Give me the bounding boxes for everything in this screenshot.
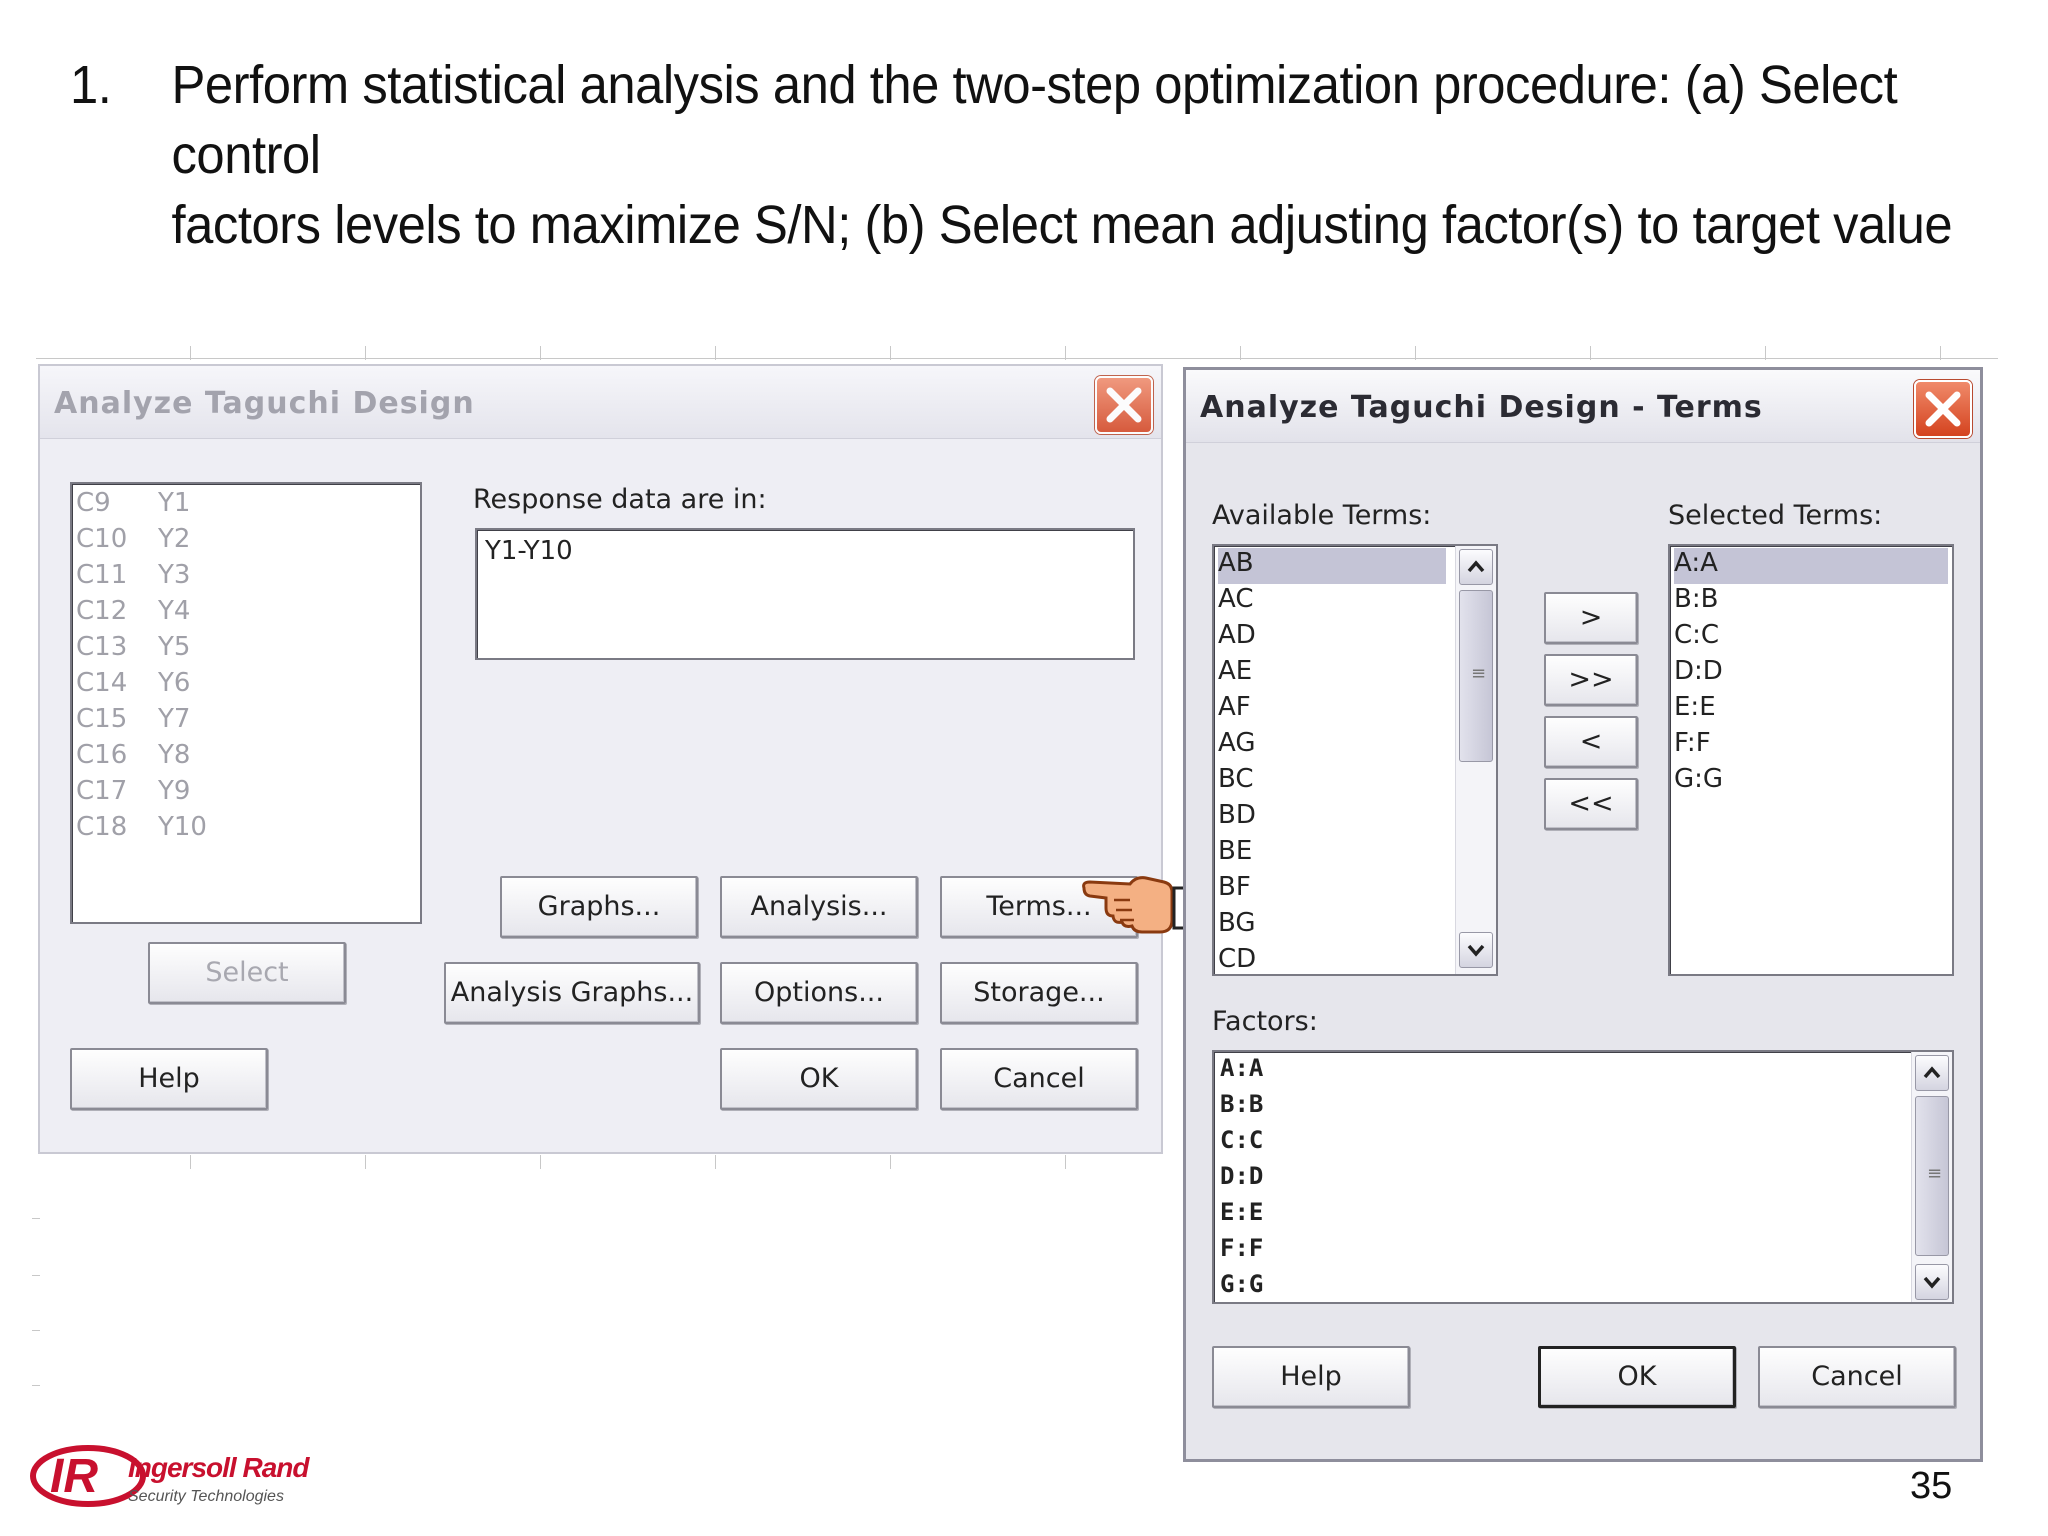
remove-term-button[interactable]: < [1544, 716, 1638, 768]
list-item: F:F [1220, 1234, 1264, 1262]
page-number: 35 [1910, 1465, 1953, 1507]
heading-line-1: Perform statistical analysis and the two… [171, 55, 1898, 185]
list-item[interactable]: F:F [1674, 728, 1711, 764]
terms-dialog-titlebar[interactable]: Analyze Taguchi Design - Terms [1186, 370, 1980, 443]
heading-number: 1. [70, 55, 112, 115]
list-item[interactable]: D:D [1674, 656, 1723, 692]
list-item[interactable]: AD [1218, 620, 1256, 656]
scrollbar-thumb[interactable]: ≡ [1915, 1096, 1949, 1256]
add-all-terms-button[interactable]: >> [1544, 654, 1638, 706]
scroll-up-icon[interactable] [1459, 549, 1493, 585]
available-terms-list[interactable]: AB AC AD AE AF AG BC BD BE BF BG CD ≡ [1212, 544, 1498, 976]
response-value: Y1-Y10 [485, 536, 573, 566]
close-icon[interactable] [1914, 380, 1972, 438]
terms-dialog: Analyze Taguchi Design - Terms Available… [1183, 367, 1983, 1462]
select-button[interactable]: Select [148, 942, 346, 1004]
ok-button[interactable]: OK [1538, 1346, 1736, 1408]
factors-list[interactable]: A:A B:B C:C D:D E:E F:F G:G ≡ [1212, 1050, 1954, 1304]
terms-dialog-title: Analyze Taguchi Design - Terms [1200, 390, 1763, 425]
response-label: Response data are in: [473, 484, 767, 515]
help-button[interactable]: Help [70, 1048, 268, 1110]
logo-brand-text: Ingersoll Rand [128, 1452, 309, 1483]
scroll-up-icon[interactable] [1915, 1055, 1949, 1091]
list-item[interactable]: BD [1218, 800, 1256, 836]
logo-tagline: Security Technologies [128, 1488, 284, 1505]
dialog-title: Analyze Taguchi Design [54, 386, 475, 421]
response-field[interactable]: Y1-Y10 [475, 528, 1135, 660]
options-button[interactable]: Options... [720, 962, 918, 1024]
graphs-button[interactable]: Graphs... [500, 876, 698, 938]
list-item: G:G [1220, 1270, 1264, 1298]
selected-terms-label: Selected Terms: [1668, 500, 1883, 531]
list-item[interactable]: BE [1218, 836, 1252, 872]
available-terms-label: Available Terms: [1212, 500, 1432, 531]
list-item[interactable]: BG [1218, 908, 1256, 944]
list-item[interactable]: AC [1218, 584, 1253, 620]
ingersoll-rand-logo: IR Ingersoll Rand Security Technologies [28, 1440, 328, 1520]
columns-list[interactable]: C9 Y1 C10 Y2 C11 Y3 C12 Y4 C13 Y5 C14 Y6 C15 Y7… [70, 482, 422, 924]
list-item: C:C [1220, 1126, 1264, 1154]
heading-line-2: factors levels to maximize S/N; (b) Sele… [171, 195, 1953, 255]
list-item: E:E [1220, 1198, 1264, 1226]
close-icon[interactable] [1095, 376, 1153, 434]
remove-all-terms-button[interactable]: << [1544, 778, 1638, 830]
list-item: D:D [1220, 1162, 1264, 1190]
svg-text:IR: IR [50, 1450, 98, 1503]
scrollbar[interactable]: ≡ [1911, 1052, 1952, 1302]
storage-button[interactable]: Storage... [940, 962, 1138, 1024]
list-item[interactable]: AB [1218, 548, 1446, 584]
list-item[interactable]: AG [1218, 728, 1255, 764]
list-item[interactable]: A:A [1674, 548, 1948, 584]
dialog-titlebar[interactable]: Analyze Taguchi Design [40, 366, 1161, 439]
list-item[interactable]: G:G [1674, 764, 1723, 800]
list-item[interactable]: CD [1218, 944, 1256, 980]
analysis-graphs-button[interactable]: Analysis Graphs... [444, 962, 700, 1024]
analyze-taguchi-dialog: Analyze Taguchi Design C9 Y1 C10 Y2 C11 Y3 … [38, 364, 1163, 1154]
scrollbar-thumb[interactable]: ≡ [1459, 590, 1493, 762]
list-item[interactable]: C:C [1674, 620, 1719, 656]
factors-label: Factors: [1212, 1006, 1318, 1037]
analysis-button[interactable]: Analysis... [720, 876, 918, 938]
scrollbar[interactable]: ≡ [1455, 546, 1496, 974]
cancel-button[interactable]: Cancel [940, 1048, 1138, 1110]
list-item[interactable]: BC [1218, 764, 1254, 800]
list-item[interactable]: AE [1218, 656, 1252, 692]
list-item: A:A [1220, 1054, 1264, 1082]
scroll-down-icon[interactable] [1459, 932, 1493, 968]
selected-terms-list[interactable]: A:A B:B C:C D:D E:E F:F G:G [1668, 544, 1954, 976]
add-term-button[interactable]: > [1544, 592, 1638, 644]
cancel-button[interactable]: Cancel [1758, 1346, 1956, 1408]
ok-button[interactable]: OK [720, 1048, 918, 1110]
list-item[interactable]: E:E [1674, 692, 1716, 728]
scroll-down-icon[interactable] [1915, 1264, 1949, 1300]
list-item: B:B [1220, 1090, 1264, 1118]
list-item[interactable]: BF [1218, 872, 1251, 908]
list-item[interactable]: B:B [1674, 584, 1718, 620]
list-item[interactable]: AF [1218, 692, 1251, 728]
help-button[interactable]: Help [1212, 1346, 1410, 1408]
pointing-hand-icon [1080, 870, 1190, 945]
